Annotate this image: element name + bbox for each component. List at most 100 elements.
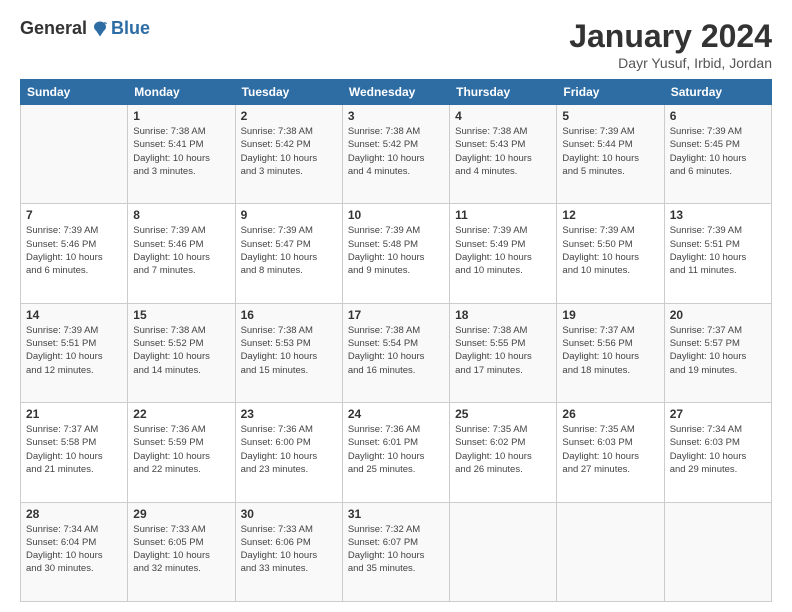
day-info: Sunrise: 7:38 AM Sunset: 5:52 PM Dayligh…: [133, 324, 229, 377]
table-row: 8 Sunrise: 7:39 AM Sunset: 5:46 PM Daylig…: [128, 204, 235, 303]
logo-blue-text: Blue: [111, 18, 150, 39]
day-info: Sunrise: 7:39 AM Sunset: 5:47 PM Dayligh…: [241, 224, 337, 277]
day-info: Sunrise: 7:33 AM Sunset: 6:06 PM Dayligh…: [241, 523, 337, 576]
table-row: 30Sunrise: 7:33 AM Sunset: 6:06 PM Dayli…: [235, 502, 342, 601]
day-info: Sunrise: 7:35 AM Sunset: 6:03 PM Dayligh…: [562, 423, 658, 476]
table-row: [450, 502, 557, 601]
day-info: Sunrise: 7:39 AM Sunset: 5:45 PM Dayligh…: [670, 125, 766, 178]
table-row: 17Sunrise: 7:38 AM Sunset: 5:54 PM Dayli…: [342, 303, 449, 402]
table-row: 14Sunrise: 7:39 AM Sunset: 5:51 PM Dayli…: [21, 303, 128, 402]
logo-bird-icon: [91, 20, 109, 38]
table-row: 26Sunrise: 7:35 AM Sunset: 6:03 PM Dayli…: [557, 403, 664, 502]
table-row: 2 Sunrise: 7:38 AM Sunset: 5:42 PM Daylig…: [235, 105, 342, 204]
day-info: Sunrise: 7:34 AM Sunset: 6:04 PM Dayligh…: [26, 523, 122, 576]
day-info: Sunrise: 7:38 AM Sunset: 5:53 PM Dayligh…: [241, 324, 337, 377]
table-row: 18 Sunrise: 7:38 AM Sunset: 5:55 PM Dayli…: [450, 303, 557, 402]
col-monday: Monday: [128, 80, 235, 105]
day-number: 8: [133, 208, 229, 222]
calendar-week-row: 21 Sunrise: 7:37 AM Sunset: 5:58 PM Dayli…: [21, 403, 772, 502]
day-number: 28: [26, 507, 122, 521]
table-row: 3 Sunrise: 7:38 AM Sunset: 5:42 PM Daylig…: [342, 105, 449, 204]
day-number: 1: [133, 109, 229, 123]
table-row: 9 Sunrise: 7:39 AM Sunset: 5:47 PM Daylig…: [235, 204, 342, 303]
table-row: 13 Sunrise: 7:39 AM Sunset: 5:51 PM Dayli…: [664, 204, 771, 303]
table-row: 28 Sunrise: 7:34 AM Sunset: 6:04 PM Dayli…: [21, 502, 128, 601]
day-info: Sunrise: 7:39 AM Sunset: 5:44 PM Dayligh…: [562, 125, 658, 178]
calendar-week-row: 28 Sunrise: 7:34 AM Sunset: 6:04 PM Dayli…: [21, 502, 772, 601]
calendar-body: 1 Sunrise: 7:38 AM Sunset: 5:41 PM Daylig…: [21, 105, 772, 602]
table-row: 22Sunrise: 7:36 AM Sunset: 5:59 PM Dayli…: [128, 403, 235, 502]
day-info: Sunrise: 7:37 AM Sunset: 5:57 PM Dayligh…: [670, 324, 766, 377]
day-info: Sunrise: 7:37 AM Sunset: 5:58 PM Dayligh…: [26, 423, 122, 476]
table-row: 11 Sunrise: 7:39 AM Sunset: 5:49 PM Dayli…: [450, 204, 557, 303]
calendar-table: Sunday Monday Tuesday Wednesday Thursday…: [20, 79, 772, 602]
table-row: 15 Sunrise: 7:38 AM Sunset: 5:52 PM Dayli…: [128, 303, 235, 402]
day-info: Sunrise: 7:39 AM Sunset: 5:46 PM Dayligh…: [133, 224, 229, 277]
day-number: 11: [455, 208, 551, 222]
table-row: [557, 502, 664, 601]
day-info: Sunrise: 7:38 AM Sunset: 5:43 PM Dayligh…: [455, 125, 551, 178]
day-info: Sunrise: 7:33 AM Sunset: 6:05 PM Dayligh…: [133, 523, 229, 576]
table-row: 24Sunrise: 7:36 AM Sunset: 6:01 PM Dayli…: [342, 403, 449, 502]
day-number: 15: [133, 308, 229, 322]
table-row: 1 Sunrise: 7:38 AM Sunset: 5:41 PM Daylig…: [128, 105, 235, 204]
day-number: 10: [348, 208, 444, 222]
day-info: Sunrise: 7:38 AM Sunset: 5:41 PM Dayligh…: [133, 125, 229, 178]
day-number: 16: [241, 308, 337, 322]
col-saturday: Saturday: [664, 80, 771, 105]
day-info: Sunrise: 7:39 AM Sunset: 5:51 PM Dayligh…: [670, 224, 766, 277]
calendar-week-row: 7 Sunrise: 7:39 AM Sunset: 5:46 PM Daylig…: [21, 204, 772, 303]
header-row: Sunday Monday Tuesday Wednesday Thursday…: [21, 80, 772, 105]
day-info: Sunrise: 7:38 AM Sunset: 5:54 PM Dayligh…: [348, 324, 444, 377]
page: General Blue January 2024 Dayr Yusuf, Ir…: [0, 0, 792, 612]
day-number: 2: [241, 109, 337, 123]
day-number: 22: [133, 407, 229, 421]
day-number: 18: [455, 308, 551, 322]
col-tuesday: Tuesday: [235, 80, 342, 105]
table-row: 6 Sunrise: 7:39 AM Sunset: 5:45 PM Daylig…: [664, 105, 771, 204]
logo-general-text: General: [20, 18, 87, 39]
table-row: 29 Sunrise: 7:33 AM Sunset: 6:05 PM Dayli…: [128, 502, 235, 601]
col-wednesday: Wednesday: [342, 80, 449, 105]
day-number: 25: [455, 407, 551, 421]
table-row: 25 Sunrise: 7:35 AM Sunset: 6:02 PM Dayli…: [450, 403, 557, 502]
table-row: 12Sunrise: 7:39 AM Sunset: 5:50 PM Dayli…: [557, 204, 664, 303]
day-number: 9: [241, 208, 337, 222]
calendar: Sunday Monday Tuesday Wednesday Thursday…: [20, 79, 772, 602]
day-info: Sunrise: 7:32 AM Sunset: 6:07 PM Dayligh…: [348, 523, 444, 576]
day-number: 6: [670, 109, 766, 123]
day-info: Sunrise: 7:38 AM Sunset: 5:55 PM Dayligh…: [455, 324, 551, 377]
table-row: 10Sunrise: 7:39 AM Sunset: 5:48 PM Dayli…: [342, 204, 449, 303]
calendar-week-row: 1 Sunrise: 7:38 AM Sunset: 5:41 PM Daylig…: [21, 105, 772, 204]
location: Dayr Yusuf, Irbid, Jordan: [569, 55, 772, 71]
day-number: 29: [133, 507, 229, 521]
day-info: Sunrise: 7:35 AM Sunset: 6:02 PM Dayligh…: [455, 423, 551, 476]
day-info: Sunrise: 7:39 AM Sunset: 5:46 PM Dayligh…: [26, 224, 122, 277]
day-number: 20: [670, 308, 766, 322]
day-info: Sunrise: 7:37 AM Sunset: 5:56 PM Dayligh…: [562, 324, 658, 377]
day-number: 3: [348, 109, 444, 123]
col-friday: Friday: [557, 80, 664, 105]
header: General Blue January 2024 Dayr Yusuf, Ir…: [20, 18, 772, 71]
table-row: 19Sunrise: 7:37 AM Sunset: 5:56 PM Dayli…: [557, 303, 664, 402]
day-info: Sunrise: 7:38 AM Sunset: 5:42 PM Dayligh…: [348, 125, 444, 178]
day-number: 14: [26, 308, 122, 322]
day-number: 7: [26, 208, 122, 222]
table-row: 31Sunrise: 7:32 AM Sunset: 6:07 PM Dayli…: [342, 502, 449, 601]
col-sunday: Sunday: [21, 80, 128, 105]
day-number: 13: [670, 208, 766, 222]
day-number: 5: [562, 109, 658, 123]
day-number: 21: [26, 407, 122, 421]
table-row: [664, 502, 771, 601]
table-row: 7 Sunrise: 7:39 AM Sunset: 5:46 PM Daylig…: [21, 204, 128, 303]
month-title: January 2024: [569, 18, 772, 55]
table-row: 4Sunrise: 7:38 AM Sunset: 5:43 PM Daylig…: [450, 105, 557, 204]
day-info: Sunrise: 7:39 AM Sunset: 5:49 PM Dayligh…: [455, 224, 551, 277]
day-info: Sunrise: 7:34 AM Sunset: 6:03 PM Dayligh…: [670, 423, 766, 476]
table-row: 27Sunrise: 7:34 AM Sunset: 6:03 PM Dayli…: [664, 403, 771, 502]
table-row: 20 Sunrise: 7:37 AM Sunset: 5:57 PM Dayli…: [664, 303, 771, 402]
day-info: Sunrise: 7:38 AM Sunset: 5:42 PM Dayligh…: [241, 125, 337, 178]
calendar-header: Sunday Monday Tuesday Wednesday Thursday…: [21, 80, 772, 105]
table-row: 16 Sunrise: 7:38 AM Sunset: 5:53 PM Dayli…: [235, 303, 342, 402]
table-row: [21, 105, 128, 204]
